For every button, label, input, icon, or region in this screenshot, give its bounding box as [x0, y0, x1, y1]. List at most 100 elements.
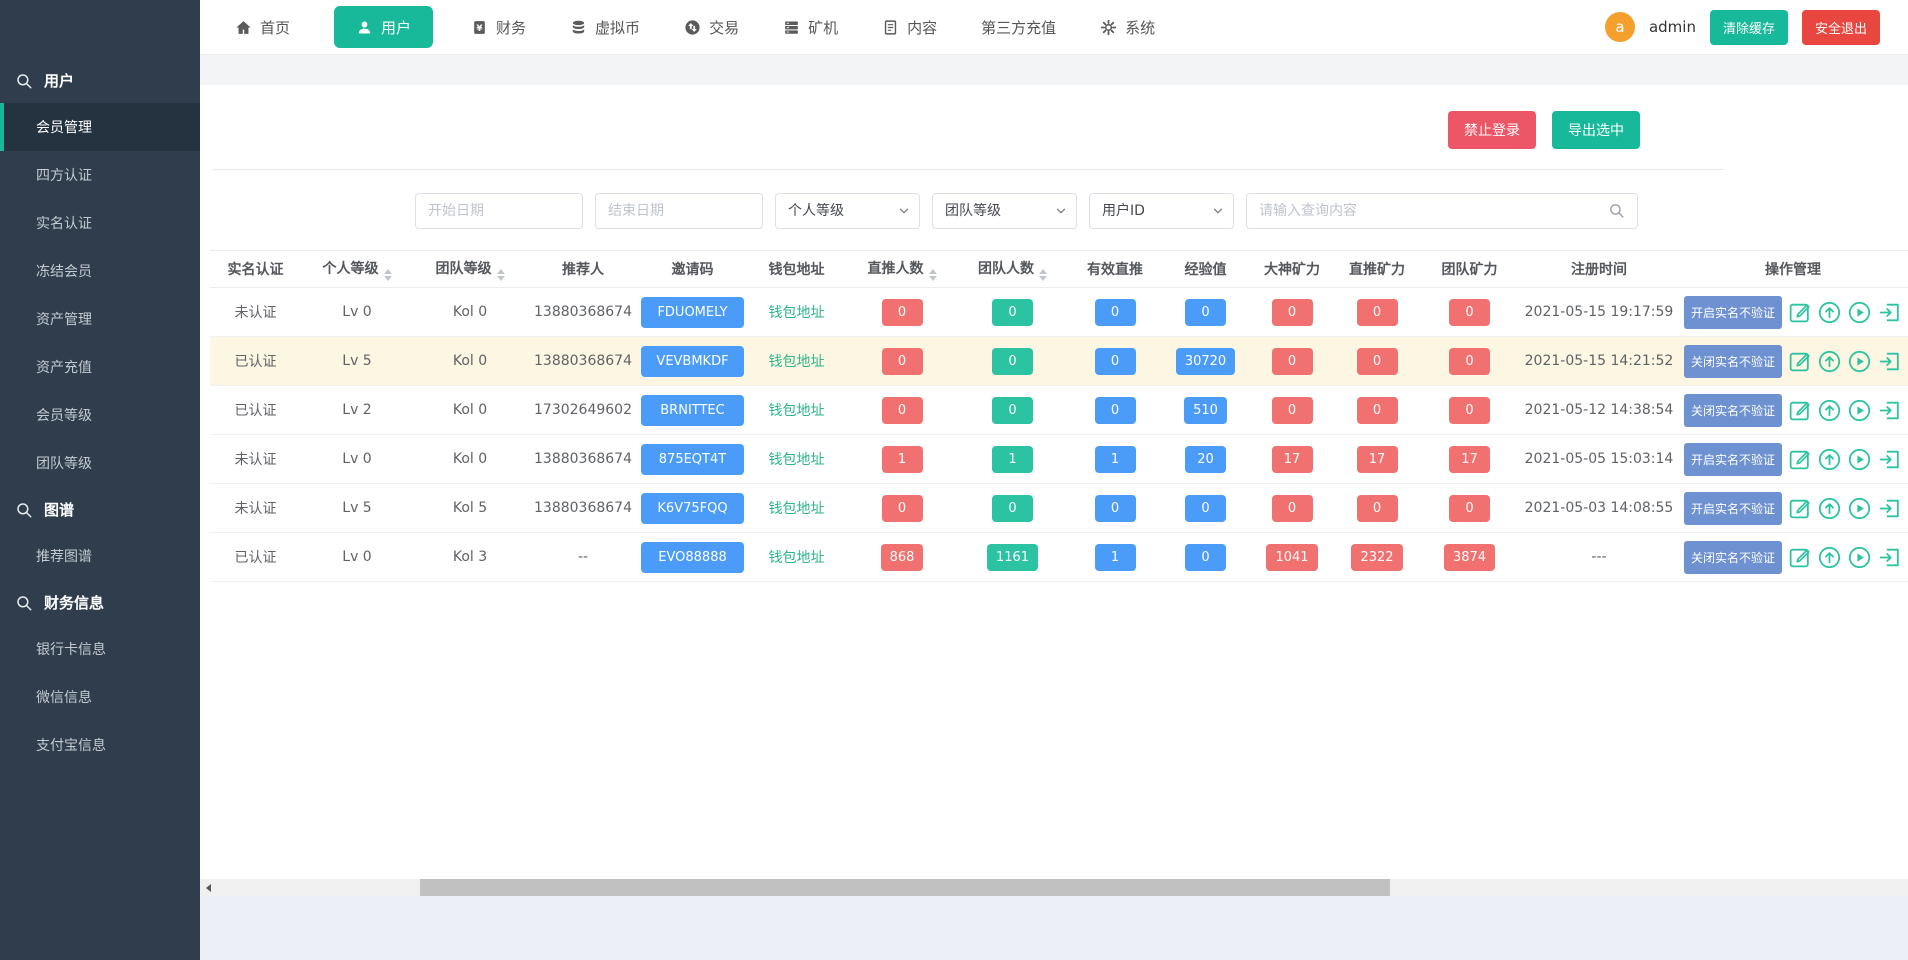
- sort-asc-icon[interactable]: [497, 269, 505, 274]
- row-edit-button[interactable]: [1787, 300, 1812, 325]
- wallet-address-link[interactable]: 钱包地址: [769, 305, 825, 321]
- sort-desc-icon[interactable]: [497, 276, 505, 281]
- row-upload-button[interactable]: [1817, 300, 1842, 325]
- horizontal-scrollbar[interactable]: [200, 879, 1908, 896]
- nav-item-miner[interactable]: 矿机: [783, 17, 838, 38]
- row-play-button[interactable]: [1847, 496, 1872, 521]
- filter-select-team-level[interactable]: 团队等级: [932, 193, 1077, 229]
- sort-icon[interactable]: [1039, 269, 1047, 281]
- nav-item-system[interactable]: 系统: [1100, 17, 1155, 38]
- nav-item-users[interactable]: 用户: [334, 6, 433, 48]
- row-enter-button[interactable]: [1877, 496, 1902, 521]
- nav-item-crypto[interactable]: 虚拟币: [570, 17, 640, 38]
- avatar[interactable]: a: [1605, 12, 1635, 42]
- sort-asc-icon[interactable]: [384, 269, 392, 274]
- toggle-realname-button[interactable]: 开启实名不验证: [1684, 443, 1782, 476]
- nav-item-trade[interactable]: 交易: [684, 17, 739, 38]
- cell-valid-direct: 0: [1068, 484, 1162, 533]
- row-upload-button[interactable]: [1817, 496, 1842, 521]
- export-selected-button[interactable]: 导出选中: [1552, 111, 1640, 149]
- sidebar-item-referral-graph[interactable]: 推荐图谱: [0, 532, 200, 580]
- nav-item-content[interactable]: 内容: [882, 17, 937, 38]
- scrollbar-thumb[interactable]: [420, 879, 1390, 896]
- row-enter-button[interactable]: [1877, 545, 1902, 570]
- filter-select-user-id[interactable]: 用户ID: [1089, 193, 1234, 229]
- cell-text: 已认证: [235, 354, 277, 370]
- sidebar-item-member-level[interactable]: 会员等级: [0, 391, 200, 439]
- wallet-address-link[interactable]: 钱包地址: [769, 403, 825, 419]
- sidebar-section-title-finance-info[interactable]: 财务信息: [0, 580, 200, 625]
- sort-asc-icon[interactable]: [1039, 269, 1047, 274]
- sidebar-item-frozen-members[interactable]: 冻结会员: [0, 247, 200, 295]
- row-play-button[interactable]: [1847, 349, 1872, 374]
- col-direct-count[interactable]: 直推人数: [847, 251, 957, 288]
- ban-login-button[interactable]: 禁止登录: [1448, 111, 1536, 149]
- wallet-address-link[interactable]: 钱包地址: [769, 452, 825, 468]
- col-team-level[interactable]: 团队等级: [413, 251, 527, 288]
- sort-desc-icon[interactable]: [384, 276, 392, 281]
- sidebar-section-title-users[interactable]: 用户: [0, 58, 200, 103]
- sidebar-section-title-graph[interactable]: 图谱: [0, 487, 200, 532]
- row-enter-button[interactable]: [1877, 447, 1902, 472]
- row-edit-button[interactable]: [1787, 545, 1812, 570]
- sort-icon[interactable]: [384, 269, 392, 281]
- start-date-input[interactable]: [415, 193, 583, 229]
- col-label: 有效直推: [1087, 262, 1143, 278]
- row-upload-button[interactable]: [1817, 447, 1842, 472]
- filter-select-personal-level[interactable]: 个人等级: [775, 193, 920, 229]
- sort-desc-icon[interactable]: [1039, 276, 1047, 281]
- sort-desc-icon[interactable]: [929, 276, 937, 281]
- toggle-realname-button[interactable]: 关闭实名不验证: [1684, 394, 1782, 427]
- cell-referrer: 17302649602: [527, 386, 639, 435]
- toggle-realname-button[interactable]: 关闭实名不验证: [1684, 345, 1782, 378]
- wallet-address-link[interactable]: 钱包地址: [769, 550, 825, 566]
- nav-item-third-party-recharge[interactable]: 第三方充值: [981, 17, 1056, 38]
- sidebar-item-team-level[interactable]: 团队等级: [0, 439, 200, 487]
- col-team-count[interactable]: 团队人数: [957, 251, 1068, 288]
- nav-item-finance[interactable]: ¥财务: [471, 17, 526, 38]
- wallet-address-link[interactable]: 钱包地址: [769, 501, 825, 517]
- toggle-realname-button[interactable]: 开启实名不验证: [1684, 296, 1782, 329]
- cell-referrer: --: [527, 533, 639, 582]
- upload-icon: [1817, 447, 1842, 472]
- sidebar-item-four-party-auth[interactable]: 四方认证: [0, 151, 200, 199]
- toggle-realname-button[interactable]: 关闭实名不验证: [1684, 541, 1782, 574]
- sidebar-item-real-name-auth[interactable]: 实名认证: [0, 199, 200, 247]
- sidebar-item-member-management[interactable]: 会员管理: [0, 103, 200, 151]
- sort-asc-icon[interactable]: [929, 269, 937, 274]
- row-play-button[interactable]: [1847, 300, 1872, 325]
- search-input[interactable]: [1246, 193, 1638, 229]
- row-play-button[interactable]: [1847, 545, 1872, 570]
- sidebar-item-asset-recharge[interactable]: 资产充值: [0, 343, 200, 391]
- wallet-address-link[interactable]: 钱包地址: [769, 354, 825, 370]
- row-edit-button[interactable]: [1787, 447, 1812, 472]
- sort-icon[interactable]: [929, 269, 937, 281]
- clear-cache-button[interactable]: 清除缓存: [1710, 10, 1788, 45]
- nav-item-home[interactable]: 首页: [235, 17, 290, 38]
- end-date-input[interactable]: [595, 193, 763, 229]
- scrollbar-left-arrow-icon[interactable]: [200, 879, 217, 896]
- row-play-button[interactable]: [1847, 398, 1872, 423]
- row-edit-button[interactable]: [1787, 349, 1812, 374]
- sidebar-item-wechat-info[interactable]: 微信信息: [0, 673, 200, 721]
- cell-wallet: 钱包地址: [746, 533, 847, 582]
- row-enter-button[interactable]: [1877, 300, 1902, 325]
- cell-god-power: 0: [1249, 337, 1335, 386]
- row-enter-button[interactable]: [1877, 349, 1902, 374]
- edit-icon: [1787, 545, 1812, 570]
- sidebar-item-asset-management[interactable]: 资产管理: [0, 295, 200, 343]
- toggle-realname-button[interactable]: 开启实名不验证: [1684, 492, 1782, 525]
- logout-button[interactable]: 安全退出: [1802, 10, 1880, 45]
- row-upload-button[interactable]: [1817, 545, 1842, 570]
- col-personal-level[interactable]: 个人等级: [301, 251, 413, 288]
- sort-icon[interactable]: [497, 269, 505, 281]
- row-play-button[interactable]: [1847, 447, 1872, 472]
- row-edit-button[interactable]: [1787, 398, 1812, 423]
- sidebar-item-alipay-info[interactable]: 支付宝信息: [0, 721, 200, 769]
- sidebar-item-bank-card-info[interactable]: 银行卡信息: [0, 625, 200, 673]
- row-edit-button[interactable]: [1787, 496, 1812, 521]
- row-upload-button[interactable]: [1817, 349, 1842, 374]
- row-upload-button[interactable]: [1817, 398, 1842, 423]
- god-power-badge: 0: [1272, 397, 1313, 424]
- row-enter-button[interactable]: [1877, 398, 1902, 423]
